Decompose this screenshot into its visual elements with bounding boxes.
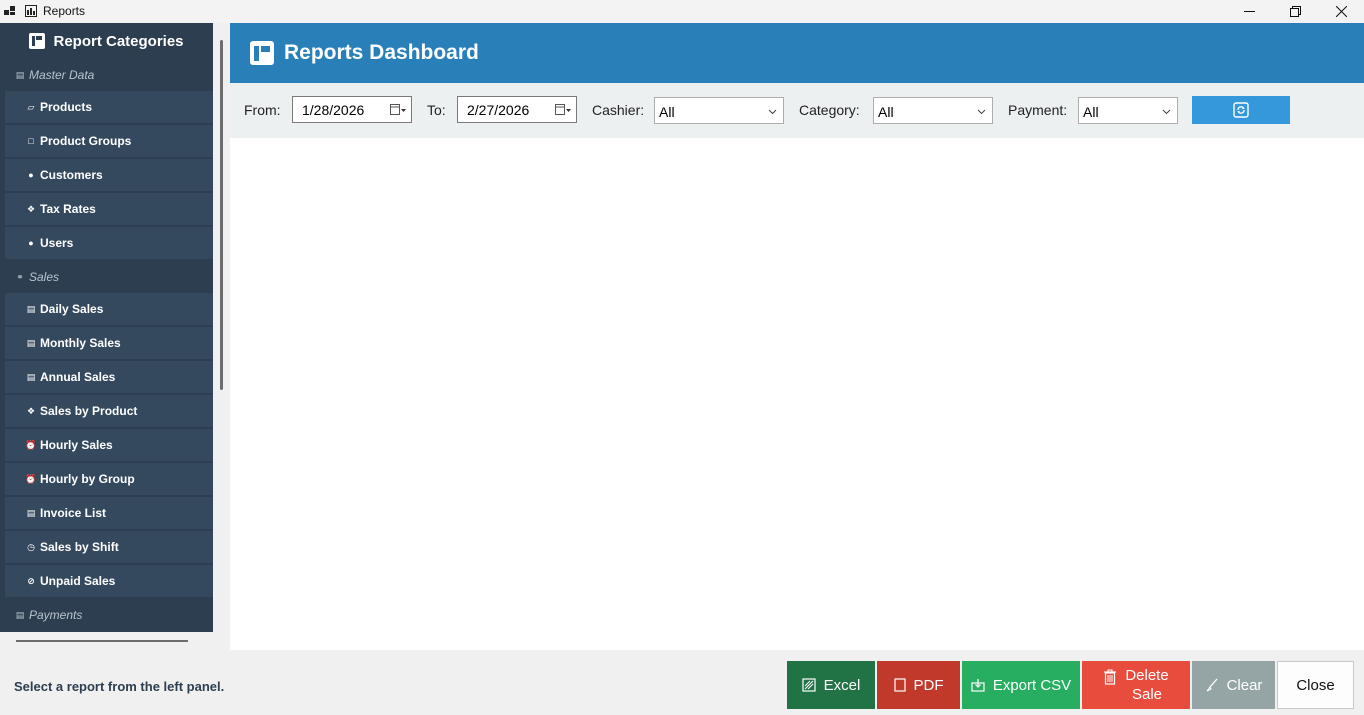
pdf-export-button[interactable]: PDF [877,661,960,709]
system-menu-icon[interactable] [4,5,16,17]
calendar-icon: ▤ [26,337,36,348]
sidebar-item-hourly-by-group[interactable]: ⏰ Hourly by Group [5,463,213,495]
reports-app-icon [25,5,37,17]
minimize-icon [1243,11,1255,12]
document-icon [893,678,906,692]
from-label: From: [244,102,281,118]
clear-button[interactable]: Clear [1192,661,1275,709]
alarm-clock-icon: ⏰ [25,439,37,450]
excel-icon [802,678,816,692]
calendar-icon: ▤ [26,371,36,382]
cashier-label: Cashier: [592,102,645,118]
sidebar-item-invoice-list[interactable]: ▤ Invoice List [5,497,213,529]
alarm-clock-icon: ⏰ [25,473,37,484]
category-value: All [878,104,894,120]
sidebar-header: Report Categories [0,23,213,59]
from-date-picker[interactable]: 1/28/2026 [292,96,412,123]
category-select[interactable]: All [873,97,993,124]
report-icon [29,33,46,49]
restore-icon [1289,6,1301,17]
sidebar-item-users[interactable]: ● Users [5,227,213,259]
sidebar-vertical-scrollbar[interactable] [220,40,223,390]
export-icon [971,679,985,692]
refresh-button[interactable] [1192,96,1290,124]
report-content-area [230,138,1364,650]
close-window-button[interactable] [1318,0,1364,23]
package-icon: ❖ [26,405,36,416]
status-text: Select a report from the left panel. [14,679,225,694]
sidebar-title: Report Categories [53,32,184,50]
chevron-down-icon [977,109,986,115]
sidebar-item-monthly-sales[interactable]: ▤ Monthly Sales [5,327,213,359]
cashier-select[interactable]: All [654,97,784,124]
clear-label: Clear [1226,676,1263,694]
sidebar-item-tax-rates[interactable]: ❖ Tax Rates [5,193,213,225]
title-bar: Reports [0,0,1364,23]
report-categories-sidebar: Report Categories ▤ Master Data ▱ Products… [0,23,213,632]
sidebar-item-sales-by-shift[interactable]: ◷ Sales by Shift [5,531,213,563]
chevron-down-icon [768,109,777,115]
section-sales: ⚭ Sales [16,270,60,284]
close-button[interactable]: Close [1277,661,1354,709]
broom-icon [1206,678,1218,692]
category-label: Category: [799,102,860,118]
credit-card-icon: ▤ [15,609,25,620]
trash-icon [1104,669,1117,685]
money-bag-icon: ⚭ [16,271,24,282]
to-date-picker[interactable]: 2/27/2026 [457,96,577,123]
sidebar-item-product-groups[interactable]: □ Product Groups [5,125,213,157]
sidebar-horizontal-scrollbar[interactable] [16,640,188,642]
receipt-icon: ▤ [26,507,36,518]
window-title: Reports [43,4,86,18]
report-icon [250,41,274,65]
section-master-data: ▤ Master Data [15,68,95,82]
to-date-value: 2/27/2026 [467,102,530,118]
calendar-dropdown-icon [390,104,406,115]
minimize-button[interactable] [1226,0,1272,23]
sidebar-item-daily-sales[interactable]: ▤ Daily Sales [5,293,213,325]
payment-select[interactable]: All [1078,97,1178,124]
chevron-down-icon [1162,109,1171,115]
refresh-icon [1233,102,1249,118]
sidebar-item-hourly-sales[interactable]: ⏰ Hourly Sales [5,429,213,461]
excel-label: Excel [823,676,861,694]
from-date-value: 1/28/2026 [302,102,365,118]
section-payments: ▤ Payments [15,608,83,622]
sidebar-item-annual-sales[interactable]: ▤ Annual Sales [5,361,213,393]
calendar-dropdown-icon [555,104,571,115]
sidebar-item-products[interactable]: ▱ Products [5,91,213,123]
folder-icon: □ [28,136,34,146]
dashboard-header: Reports Dashboard [230,23,1364,83]
clock-icon: ◷ [27,541,35,552]
export-csv-button[interactable]: Export CSV [962,661,1080,709]
close-icon [1335,6,1347,17]
cashier-value: All [659,104,675,120]
excel-export-button[interactable]: Excel [787,661,875,709]
user-icon: ● [28,238,34,248]
tax-icon: ❖ [26,203,36,214]
sidebar-item-sales-by-product[interactable]: ❖ Sales by Product [5,395,213,427]
pdf-label: PDF [913,676,944,694]
payment-label: Payment: [1008,102,1068,118]
folder-open-icon: ▱ [27,101,35,112]
delete-sale-button[interactable]: Delete Sale [1082,661,1190,709]
prohibited-icon: ⊘ [27,575,35,586]
sidebar-item-unpaid-sales[interactable]: ⊘ Unpaid Sales [5,565,213,597]
payment-value: All [1083,104,1099,120]
export-csv-label: Export CSV [992,676,1072,694]
users-icon: ● [28,170,34,180]
to-label: To: [427,102,446,118]
close-label: Close [1296,676,1335,694]
ledger-icon: ▤ [15,69,25,80]
page-title: Reports Dashboard [284,41,479,64]
calendar-icon: ▤ [26,303,36,314]
delete-sale-label: Delete Sale [1125,667,1169,703]
sidebar-item-customers[interactable]: ● Customers [5,159,213,191]
maximize-button[interactable] [1272,0,1318,23]
